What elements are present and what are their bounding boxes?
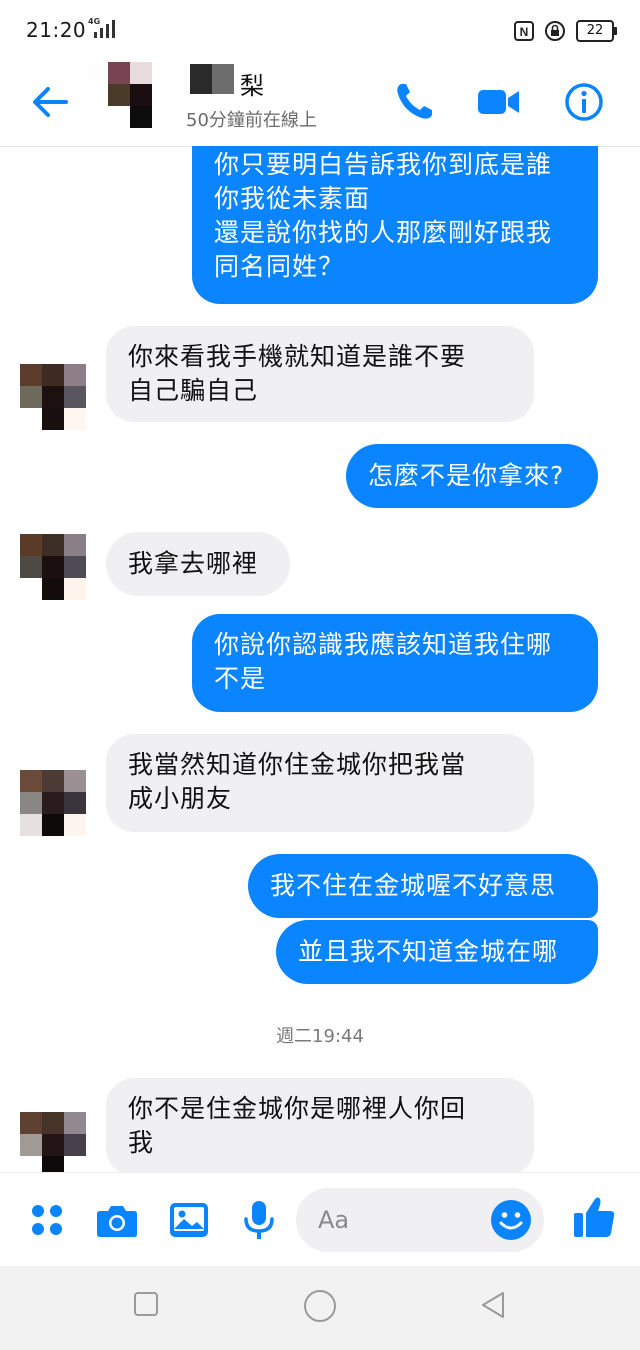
contact-avatar[interactable] xyxy=(86,62,152,128)
nfc-label: N xyxy=(520,25,529,39)
message-bubble-outgoing[interactable]: 你說你認識我應該知道我住哪 不是 xyxy=(192,614,598,712)
status-right: N 22 xyxy=(514,20,617,42)
square-icon[interactable] xyxy=(132,1290,160,1318)
circle-icon[interactable] xyxy=(302,1288,338,1324)
message-bubble-outgoing[interactable]: 並且我不知道金城在哪 xyxy=(276,920,598,984)
sender-avatar[interactable] xyxy=(20,364,86,430)
thumbs-up-icon[interactable] xyxy=(570,1193,618,1243)
nfc-icon: N xyxy=(514,21,534,41)
message-composer: Aa xyxy=(0,1172,640,1267)
message-bubble-incoming[interactable]: 你不是住金城你是哪裡人你回 我 xyxy=(106,1078,534,1172)
video-camera-icon[interactable] xyxy=(474,78,522,126)
apps-grid-icon[interactable] xyxy=(24,1197,70,1243)
camera-icon[interactable] xyxy=(94,1197,140,1243)
info-icon[interactable] xyxy=(560,78,608,126)
message-bubble-outgoing[interactable]: 你只要明白告訴我你到底是誰 你我從未素面 還是說你找的人那麼剛好跟我 同名同姓？ xyxy=(192,146,598,304)
contact-name-redacted xyxy=(190,64,234,94)
message-input-placeholder: Aa xyxy=(318,1206,350,1234)
message-bubble-incoming[interactable]: 我當然知道你住金城你把我當 成小朋友 xyxy=(106,734,534,832)
message-bubble-incoming[interactable]: 你來看我手機就知道是誰不要 自己騙自己 xyxy=(106,326,534,422)
last-seen-status: 50分鐘前在線上 xyxy=(186,110,317,131)
emoji-icon[interactable] xyxy=(488,1197,534,1243)
phone-icon[interactable] xyxy=(390,78,438,126)
sender-avatar[interactable] xyxy=(20,1112,86,1172)
gallery-icon[interactable] xyxy=(166,1197,212,1243)
rotation-lock-icon xyxy=(545,21,565,41)
message-input[interactable]: Aa xyxy=(296,1188,544,1252)
message-bubble-outgoing[interactable]: 怎麼不是你拿來? xyxy=(346,444,598,508)
sender-avatar[interactable] xyxy=(20,770,86,836)
message-bubble-incoming[interactable]: 我拿去哪裡 xyxy=(106,532,290,596)
contact-name[interactable]: 梨 xyxy=(240,66,264,101)
sender-avatar[interactable] xyxy=(20,534,86,600)
battery-level: 22 xyxy=(576,20,617,42)
triangle-back-icon[interactable] xyxy=(478,1290,508,1320)
system-navigation-bar xyxy=(0,1266,640,1350)
message-timestamp: 週二19:44 xyxy=(276,1026,364,1047)
back-arrow-icon[interactable] xyxy=(28,80,72,124)
message-bubble-outgoing[interactable]: 我不住在金城喔不好意思 xyxy=(248,854,598,918)
message-list[interactable]: 你只要明白告訴我你到底是誰 你我從未素面 還是說你找的人那麼剛好跟我 同名同姓？… xyxy=(0,146,640,1172)
microphone-icon[interactable] xyxy=(236,1197,282,1243)
status-bar: 21:20 4G N 22 xyxy=(0,0,640,62)
chat-header: 梨 50分鐘前在線上 xyxy=(0,62,640,147)
messenger-chat-screen: 21:20 4G N 22 梨 50分鐘前在線上 你只要明白告訴我你到底是誰 你… xyxy=(0,0,640,1350)
signal-icon xyxy=(94,20,115,38)
status-time: 21:20 xyxy=(26,18,87,42)
